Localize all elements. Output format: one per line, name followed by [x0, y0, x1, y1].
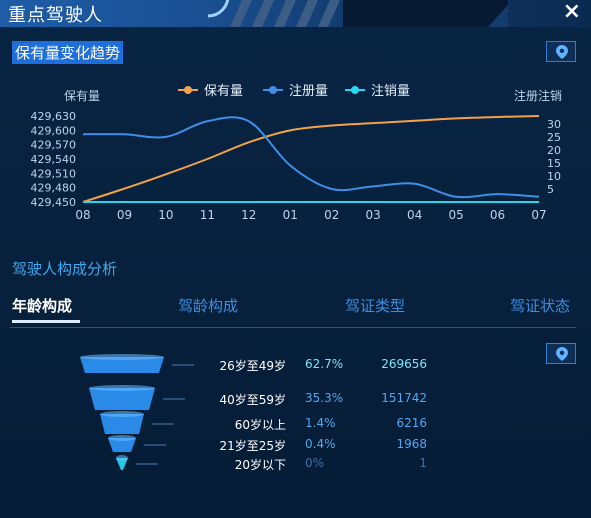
funnel-row-pct: 0.4% — [305, 437, 336, 451]
right-y-tick: 25 — [547, 131, 561, 144]
tab-age[interactable]: 年龄构成 — [12, 295, 72, 316]
x-ticks: 08 09 10 11 12 01 02 03 04 05 06 07 — [75, 208, 546, 222]
left-y-tick: 429,480 — [31, 182, 77, 195]
tab-license-status[interactable]: 驾证状态 — [510, 295, 570, 316]
tab-driving-years[interactable]: 驾龄构成 — [178, 295, 238, 316]
funnel-segment-top — [116, 455, 128, 461]
x-tick: 04 — [407, 208, 422, 222]
left-y-tick: 429,570 — [31, 139, 77, 152]
close-icon[interactable]: × — [563, 0, 581, 24]
funnel-row-label: 40岁至59岁 — [219, 393, 286, 407]
funnel-row-pct: 35.3% — [305, 391, 344, 405]
left-y-tick: 429,450 — [31, 196, 77, 209]
funnel-row-pct: 1.4% — [305, 416, 336, 430]
x-tick: 08 — [75, 208, 90, 222]
x-tick: 05 — [448, 208, 463, 222]
funnel-row-label: 21岁至25岁 — [219, 439, 286, 453]
chart-legend: 保有量 注册量 注销量 — [178, 84, 410, 99]
x-tick: 06 — [490, 208, 505, 222]
trend-title: 保有量变化趋势 — [12, 41, 124, 64]
composition-location-button[interactable] — [546, 343, 576, 364]
funnel-svg — [80, 354, 194, 470]
composition-title: 驾驶人构成分析 — [12, 260, 118, 278]
funnel-row-label: 26岁至49岁 — [219, 359, 286, 373]
chart-series — [82, 115, 540, 203]
series-line — [82, 116, 540, 199]
right-axis-label: 注册注销 — [514, 88, 562, 103]
funnel-row-count: 6216 — [396, 416, 427, 430]
driver-panel: 重点驾驶人 × 保有量变化趋势 保有量 注册注销 保有量 注册量 注销量 429,6… — [0, 0, 591, 518]
title-decoration — [208, 0, 508, 27]
funnel-segment[interactable] — [89, 388, 155, 410]
left-y-tick: 429,540 — [31, 153, 77, 166]
legend-marker — [351, 86, 359, 94]
funnel-row-pct: 62.7% — [305, 357, 344, 371]
legend-marker — [269, 86, 277, 94]
legend-label[interactable]: 保有量 — [204, 84, 243, 99]
legend-label[interactable]: 注销量 — [371, 84, 410, 99]
x-tick: 02 — [324, 208, 339, 222]
left-y-tick: 429,510 — [31, 167, 77, 180]
x-tick: 07 — [531, 208, 546, 222]
location-pin-icon — [556, 45, 568, 59]
left-y-ticks: 429,630429,600 429,570429,540429,510 429,4… — [31, 110, 77, 209]
x-tick: 01 — [283, 208, 298, 222]
funnel-segment-top — [100, 411, 144, 417]
x-tick: 03 — [366, 208, 381, 222]
right-y-tick: 20 — [547, 144, 561, 157]
right-y-tick: 30 — [547, 118, 561, 131]
funnel-segment-top — [80, 354, 164, 360]
title-bar: 重点驾驶人 × — [0, 0, 591, 27]
right-y-ticks: 30252015105 — [547, 118, 561, 196]
legend-label[interactable]: 注册量 — [289, 84, 328, 99]
x-tick: 11 — [200, 208, 215, 222]
location-pin-icon — [556, 347, 568, 361]
funnel-row-pct: 0% — [305, 456, 325, 470]
active-tab-underline — [12, 320, 80, 323]
funnel-row-count: 151742 — [381, 391, 427, 405]
legend-marker — [184, 86, 192, 94]
x-tick: 10 — [158, 208, 173, 222]
right-y-tick: 10 — [547, 170, 561, 183]
funnel-segment-top — [108, 435, 136, 441]
funnel-row-count: 1 — [419, 456, 427, 470]
right-y-tick: 5 — [547, 183, 554, 196]
left-y-tick: 429,630 — [31, 110, 77, 123]
right-y-tick: 15 — [547, 157, 561, 170]
tab-divider — [10, 327, 576, 328]
left-axis-label: 保有量 — [64, 89, 100, 103]
trend-location-button[interactable] — [546, 41, 576, 62]
window-title: 重点驾驶人 — [8, 5, 103, 26]
funnel-row-label: 60岁以上 — [234, 418, 286, 432]
composition-tabs: 年龄构成 驾龄构成 驾证类型 驾证状态 — [0, 295, 591, 325]
funnel-row-count: 1968 — [396, 437, 427, 451]
tab-license-type[interactable]: 驾证类型 — [345, 295, 405, 316]
trend-chart: 保有量 注册注销 保有量 注册量 注销量 429,630429,600 429,570… — [31, 84, 563, 222]
age-funnel: 26岁至49岁 62.7% 269656 40岁至59岁 35.3% 151742 60岁以… — [70, 345, 510, 475]
left-y-tick: 429,600 — [31, 124, 77, 137]
funnel-row-label: 20岁以下 — [234, 458, 286, 472]
funnel-row-count: 269656 — [381, 357, 427, 371]
series-line — [82, 115, 540, 203]
x-tick: 12 — [241, 208, 256, 222]
funnel-segment-top — [89, 385, 155, 391]
x-tick: 09 — [117, 208, 132, 222]
